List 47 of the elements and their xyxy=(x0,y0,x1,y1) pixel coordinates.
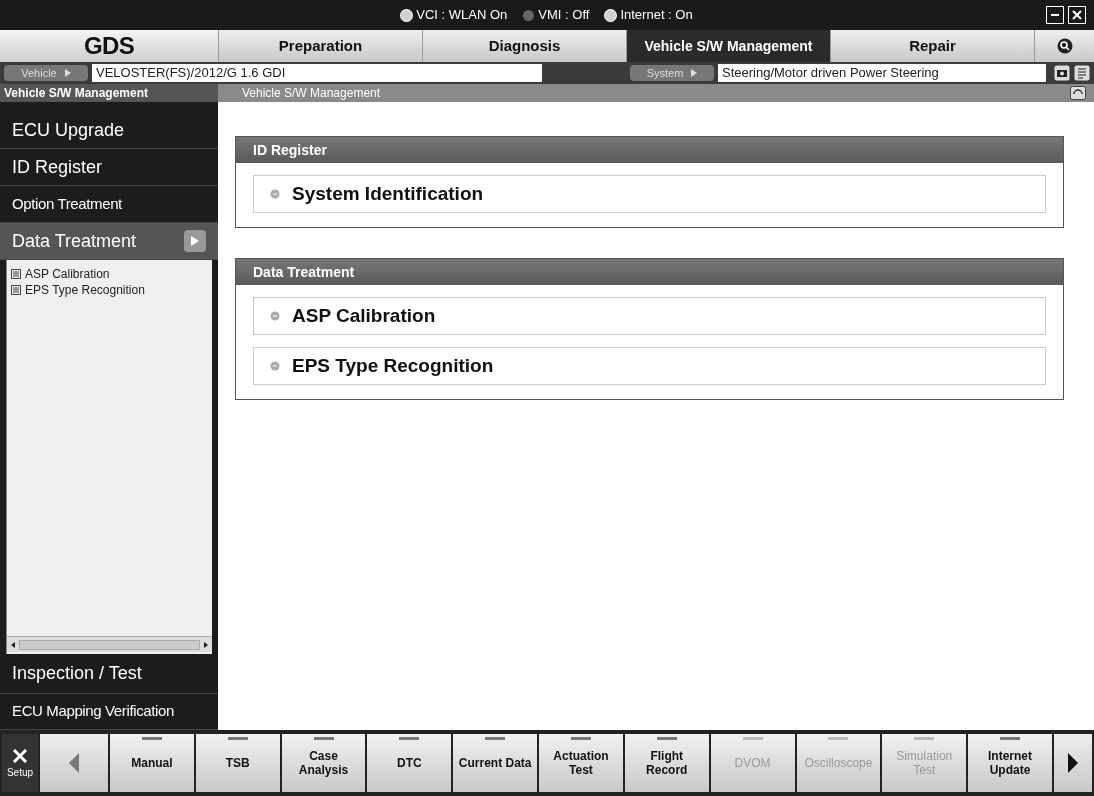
nav-tab[interactable]: Repair xyxy=(830,30,1034,62)
document-icon[interactable] xyxy=(1074,65,1090,81)
bullet-icon xyxy=(270,311,280,321)
camera-icon[interactable] xyxy=(1054,65,1070,81)
vehicle-field: VELOSTER(FS)/2012/G 1.6 GDI xyxy=(92,64,542,82)
panel-title: Vehicle S/W Management xyxy=(241,85,381,102)
nav-tab[interactable]: Preparation xyxy=(218,30,422,62)
toolbar-button[interactable]: Manual xyxy=(110,734,194,792)
bullet-icon xyxy=(270,361,280,371)
setup-button[interactable]: Setup xyxy=(2,734,38,792)
status-text: VCI : WLAN On xyxy=(416,6,508,25)
list-icon xyxy=(11,269,21,279)
sidebar-title: Vehicle S/W Management xyxy=(0,84,218,102)
close-icon xyxy=(1072,10,1082,20)
next-button[interactable] xyxy=(1053,734,1092,792)
status-text: Internet : On xyxy=(620,6,693,25)
menu-item[interactable]: ASP Calibration xyxy=(253,297,1046,335)
section-header: Data Treatment xyxy=(236,259,1063,285)
minimize-button[interactable] xyxy=(1046,6,1064,24)
toolbar-button[interactable]: TSB xyxy=(195,734,280,792)
tree-item[interactable]: ASP Calibration xyxy=(25,265,110,283)
scrollbar[interactable] xyxy=(7,636,212,652)
search-icon[interactable] xyxy=(1056,38,1073,54)
bullet-icon xyxy=(270,189,280,199)
status-text: VMI : Off xyxy=(538,6,590,25)
tree-item[interactable]: EPS Type Recognition xyxy=(25,281,145,299)
menu-item[interactable]: EPS Type Recognition xyxy=(253,347,1046,385)
nav-tab[interactable]: Vehicle S/W Management xyxy=(626,30,830,62)
toolbar-button[interactable]: Actuation Test xyxy=(539,734,623,792)
list-icon xyxy=(11,285,21,295)
play-icon xyxy=(64,69,71,77)
close-button[interactable] xyxy=(1068,6,1086,24)
toolbar-button[interactable]: Flight Record xyxy=(624,734,709,792)
nav-tab[interactable]: Diagnosis xyxy=(422,30,626,62)
left-arrow-icon xyxy=(67,751,81,775)
previous-button[interactable] xyxy=(40,734,108,792)
play-icon xyxy=(691,69,698,77)
system-field: Steering/Motor driven Power Steering xyxy=(718,64,1046,82)
toolbar-button[interactable]: Internet Update xyxy=(968,734,1052,792)
toolbar-button[interactable]: Current Data xyxy=(453,734,538,792)
sidebar-item[interactable]: Data Treatment xyxy=(0,223,218,260)
section-header: ID Register xyxy=(236,137,1063,163)
logo: GDS xyxy=(83,31,135,61)
right-arrow-icon xyxy=(1065,751,1080,775)
toolbar-button[interactable]: Case Analysis xyxy=(281,734,366,792)
menu-item[interactable]: System Identification xyxy=(253,175,1046,213)
toolbar-button[interactable]: DTC xyxy=(367,734,452,792)
